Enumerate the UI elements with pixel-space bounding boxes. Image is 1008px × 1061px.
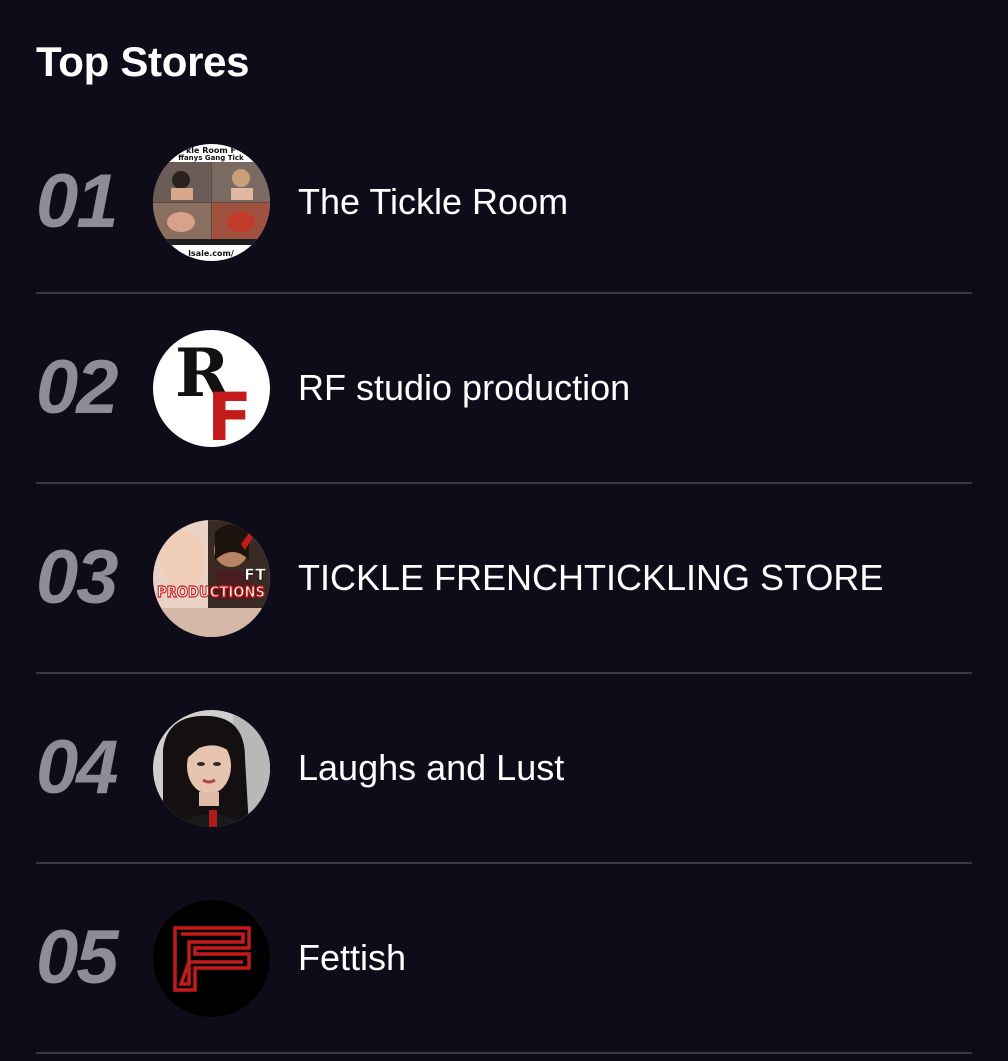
f-monogram-logo-icon xyxy=(153,899,270,1017)
rf-logo-letter-f: F xyxy=(207,379,252,447)
store-name[interactable]: RF studio production xyxy=(298,367,630,409)
collage-thumbnail-icon: kle Room F ffanys Gang Tick lsale.com/ xyxy=(153,143,270,261)
top-stores-section: Top Stores 01 kle Room F ffanys Gang Tic… xyxy=(36,0,972,1054)
ft-badge-text: FT xyxy=(244,565,266,584)
section-title: Top Stores xyxy=(36,38,250,85)
ft-productions-logo-icon: FT PRODUCTIONS xyxy=(153,519,270,637)
store-name[interactable]: TICKLE FRENCHTICKLING STORE xyxy=(298,557,883,599)
store-row-2[interactable]: 02 R F RF studio production xyxy=(36,294,972,484)
store-name[interactable]: Fettish xyxy=(298,937,406,979)
store-avatar-portrait-photo[interactable] xyxy=(153,709,270,827)
ft-productions-label: PRODUCTIONS xyxy=(157,583,265,601)
store-rank: 04 xyxy=(36,725,119,810)
store-avatar-ft-productions-logo[interactable]: FT PRODUCTIONS xyxy=(153,519,270,637)
store-avatar-rf-logo[interactable]: R F xyxy=(153,329,270,447)
store-rank: 05 xyxy=(36,915,119,1000)
store-row-1[interactable]: 01 kle Room F ffanys Gang Tick lsale.com… xyxy=(36,112,972,294)
portrait-photo-icon xyxy=(153,709,270,827)
store-rank: 02 xyxy=(36,345,119,430)
store-row-3[interactable]: 03 FT PRODUCTIONS TICKLE FRENCHTICKLING … xyxy=(36,484,972,674)
store-rank: 01 xyxy=(36,159,119,244)
rf-logo-icon: R F xyxy=(153,329,270,447)
store-avatar-f-monogram-logo[interactable] xyxy=(153,899,270,1017)
store-name[interactable]: Laughs and Lust xyxy=(298,747,564,789)
avatar-caption-top-2: ffanys Gang Tick xyxy=(178,154,244,162)
store-row-5[interactable]: 05 Fettish xyxy=(36,864,972,1054)
store-name[interactable]: The Tickle Room xyxy=(298,181,568,223)
store-rank: 03 xyxy=(36,535,119,620)
store-row-4[interactable]: 04 Laughs and Lust xyxy=(36,674,972,864)
avatar-caption-bottom: lsale.com/ xyxy=(188,249,234,258)
store-avatar-collage-thumbnail[interactable]: kle Room F ffanys Gang Tick lsale.com/ xyxy=(153,143,270,261)
store-list: 01 kle Room F ffanys Gang Tick lsale.com… xyxy=(36,112,972,1054)
